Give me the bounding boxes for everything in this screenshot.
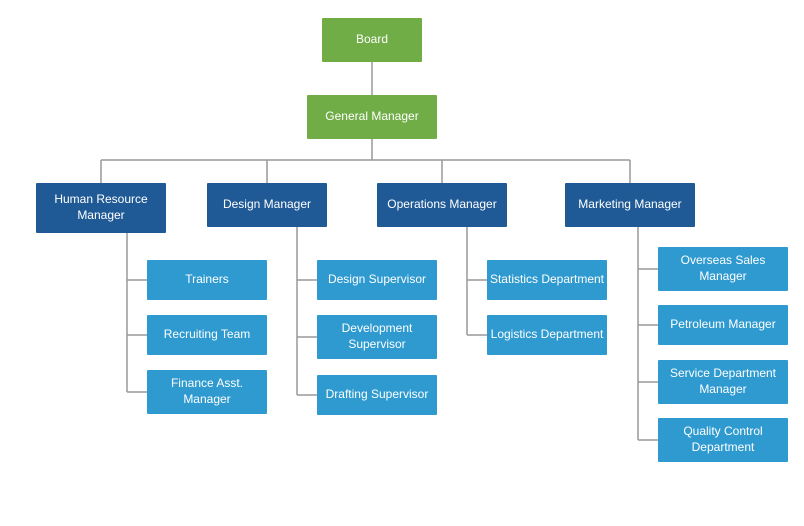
overseas-sales-label: Overseas Sales Manager: [658, 253, 788, 284]
petroleum-manager-node: Petroleum Manager: [658, 305, 788, 345]
quality-control-node: Quality Control Department: [658, 418, 788, 462]
design-supervisor-label: Design Supervisor: [328, 272, 426, 288]
marketing-manager-label: Marketing Manager: [578, 197, 681, 213]
trainers-label: Trainers: [185, 272, 229, 288]
recruiting-team-node: Recruiting Team: [147, 315, 267, 355]
development-supervisor-node: Development Supervisor: [317, 315, 437, 359]
logistics-dept-node: Logistics Department: [487, 315, 607, 355]
finance-asst-manager-node: Finance Asst. Manager: [147, 370, 267, 414]
development-supervisor-label: Development Supervisor: [317, 321, 437, 352]
trainers-node: Trainers: [147, 260, 267, 300]
general-manager-label: General Manager: [325, 109, 418, 125]
service-dept-manager-node: Service Department Manager: [658, 360, 788, 404]
design-manager-node: Design Manager: [207, 183, 327, 227]
design-supervisor-node: Design Supervisor: [317, 260, 437, 300]
service-dept-manager-label: Service Department Manager: [658, 366, 788, 397]
operations-manager-node: Operations Manager: [377, 183, 507, 227]
general-manager-node: General Manager: [307, 95, 437, 139]
hr-manager-label: Human Resource Manager: [36, 192, 166, 223]
marketing-manager-node: Marketing Manager: [565, 183, 695, 227]
board-node: Board: [322, 18, 422, 62]
petroleum-manager-label: Petroleum Manager: [670, 317, 775, 333]
hr-manager-node: Human Resource Manager: [36, 183, 166, 233]
board-label: Board: [356, 32, 388, 48]
statistics-dept-node: Statistics Department: [487, 260, 607, 300]
drafting-supervisor-node: Drafting Supervisor: [317, 375, 437, 415]
statistics-dept-label: Statistics Department: [490, 272, 604, 288]
drafting-supervisor-label: Drafting Supervisor: [326, 387, 429, 403]
overseas-sales-node: Overseas Sales Manager: [658, 247, 788, 291]
recruiting-team-label: Recruiting Team: [164, 327, 250, 343]
finance-asst-label: Finance Asst. Manager: [147, 376, 267, 407]
org-chart: Board General Manager Human Resource Man…: [0, 0, 804, 526]
quality-control-label: Quality Control Department: [658, 424, 788, 455]
operations-manager-label: Operations Manager: [387, 197, 496, 213]
design-manager-label: Design Manager: [223, 197, 311, 213]
logistics-dept-label: Logistics Department: [491, 327, 604, 343]
